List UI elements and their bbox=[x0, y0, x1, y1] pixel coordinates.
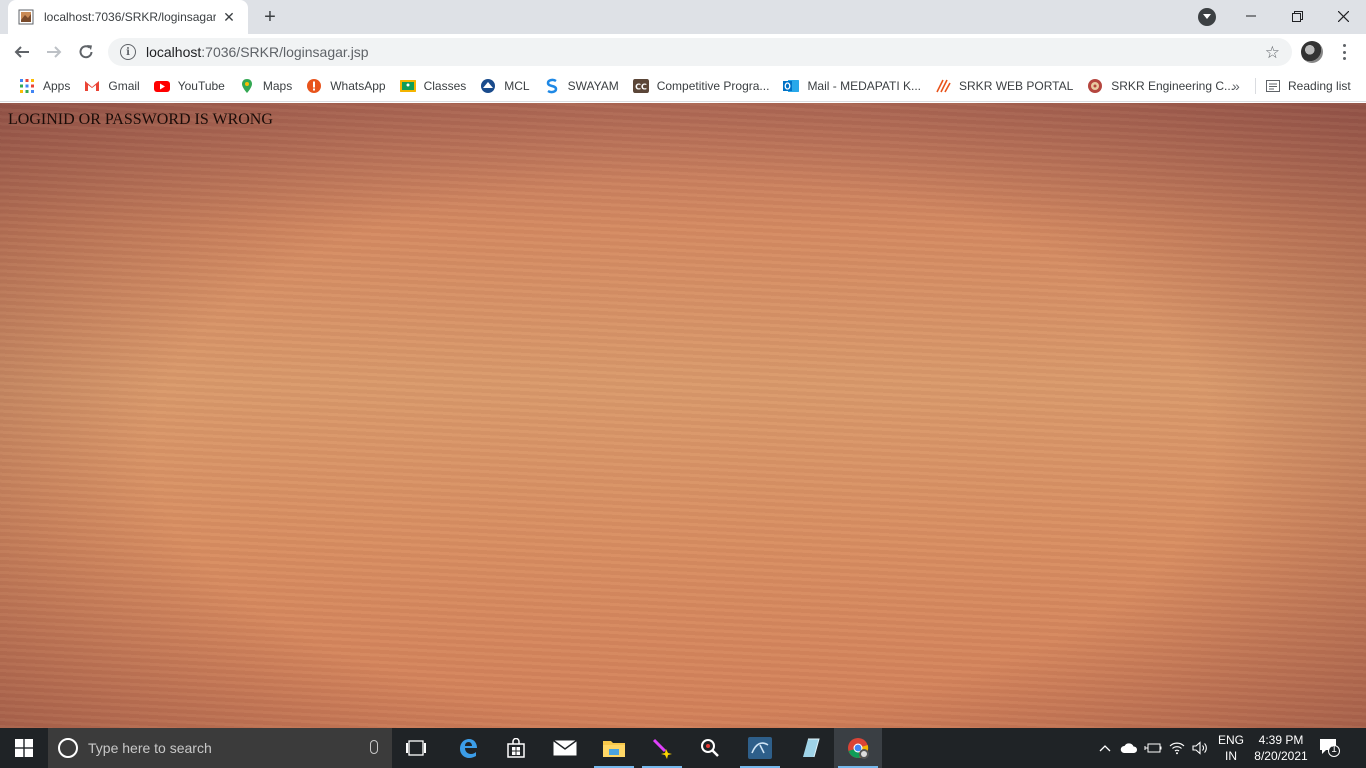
microphone-icon[interactable] bbox=[370, 740, 378, 754]
bookmark-mail[interactable]: Mail - MEDAPATI K... bbox=[776, 72, 928, 100]
bookmark-star-icon[interactable]: ☆ bbox=[1265, 43, 1280, 63]
forward-arrow-icon[interactable] bbox=[40, 38, 68, 66]
tab-search-icon[interactable] bbox=[1198, 8, 1216, 26]
store-icon[interactable] bbox=[492, 728, 540, 768]
bookmark-label: MCL bbox=[504, 78, 530, 93]
browser-tab[interactable]: localhost:7036/SRKR/loginsagar.j ✕ bbox=[8, 0, 248, 34]
windows-taskbar: Type here to search ENG IN 4:39 PM 8/20/… bbox=[0, 728, 1366, 768]
taskbar-clock[interactable]: 4:39 PM 8/20/2021 bbox=[1252, 732, 1310, 764]
classroom-icon bbox=[399, 79, 416, 92]
address-bar[interactable]: i localhost:7036/SRKR/loginsagar.jsp ☆ bbox=[108, 38, 1292, 66]
bookmark-label: YouTube bbox=[177, 78, 225, 93]
bookmarks-overflow-button[interactable]: » bbox=[1232, 72, 1240, 100]
svg-text:CC: CC bbox=[635, 82, 647, 91]
reading-list-label: Reading list bbox=[1288, 79, 1351, 93]
region-code: IN bbox=[1225, 749, 1237, 763]
edge-icon[interactable] bbox=[444, 728, 492, 768]
input-language-indicator[interactable]: ENG IN bbox=[1216, 732, 1246, 764]
bookmark-label: Maps bbox=[262, 78, 293, 93]
wand-app-icon[interactable] bbox=[638, 728, 686, 768]
browser-menu-icon[interactable] bbox=[1336, 42, 1352, 62]
login-error-message: LOGINID OR PASSWORD IS WRONG bbox=[8, 111, 273, 128]
bookmark-youtube[interactable]: YouTube bbox=[147, 72, 232, 100]
outlook-icon bbox=[783, 79, 800, 92]
reload-icon[interactable] bbox=[72, 38, 100, 66]
bookmark-whatsapp[interactable]: WhatsApp bbox=[299, 72, 392, 100]
battery-icon[interactable] bbox=[1142, 728, 1164, 768]
wifi-icon[interactable] bbox=[1166, 728, 1188, 768]
mysql-workbench-icon[interactable] bbox=[736, 728, 784, 768]
bookmark-gmail[interactable]: Gmail bbox=[77, 72, 146, 100]
bookmark-apps[interactable]: Apps bbox=[12, 72, 77, 100]
show-hidden-icons-icon[interactable] bbox=[1096, 728, 1114, 768]
file-explorer-icon[interactable] bbox=[590, 728, 638, 768]
bookmark-srkr-web-portal[interactable]: SRKR WEB PORTAL bbox=[928, 72, 1080, 100]
bookmark-label: Apps bbox=[43, 78, 71, 93]
clock-time: 4:39 PM bbox=[1258, 733, 1304, 747]
page-background: LOGINID OR PASSWORD IS WRONG bbox=[0, 103, 1366, 728]
notepad-app-icon[interactable] bbox=[786, 728, 834, 768]
language-code: ENG bbox=[1217, 733, 1244, 747]
tab-close-icon[interactable]: ✕ bbox=[220, 8, 238, 26]
bookmark-competitive-programming[interactable]: CC Competitive Progra... bbox=[626, 72, 777, 100]
restore-icon[interactable] bbox=[1274, 0, 1320, 32]
address-url[interactable]: localhost:7036/SRKR/loginsagar.jsp bbox=[146, 44, 369, 60]
bookmark-label: SRKR WEB PORTAL bbox=[959, 78, 1074, 93]
bookmark-label: Classes bbox=[423, 78, 467, 93]
back-arrow-icon[interactable] bbox=[8, 38, 36, 66]
taskbar-search-box[interactable]: Type here to search bbox=[48, 728, 392, 768]
bookmark-mcl[interactable]: MCL bbox=[473, 72, 536, 100]
tab-title: localhost:7036/SRKR/loginsagar.j bbox=[44, 10, 216, 24]
youtube-icon bbox=[153, 80, 170, 92]
address-path: :7036/SRKR/loginsagar.jsp bbox=[201, 44, 369, 60]
bookmark-label: Mail - MEDAPATI K... bbox=[807, 78, 922, 93]
cortana-icon bbox=[58, 738, 78, 758]
new-tab-icon[interactable]: + bbox=[258, 6, 282, 28]
swayam-icon bbox=[546, 78, 557, 93]
taskbar-search-placeholder: Type here to search bbox=[88, 740, 212, 756]
bookmarks-divider bbox=[1255, 78, 1256, 94]
reading-list-button[interactable]: Reading list bbox=[1266, 72, 1351, 100]
windows-logo-icon bbox=[15, 739, 33, 757]
gmail-icon bbox=[85, 80, 100, 91]
chrome-icon[interactable] bbox=[834, 728, 882, 768]
reading-list-icon bbox=[1266, 80, 1280, 92]
bookmark-maps[interactable]: Maps bbox=[232, 72, 299, 100]
tab-strip: localhost:7036/SRKR/loginsagar.j ✕ + bbox=[0, 0, 1366, 34]
notification-count: 1 bbox=[1331, 744, 1337, 755]
srkr-portal-icon bbox=[936, 79, 951, 92]
bookmark-label: Competitive Progra... bbox=[656, 78, 770, 93]
bookmark-srkr-engineering[interactable]: SRKR Engineering C... bbox=[1080, 72, 1241, 100]
site-info-icon[interactable]: i bbox=[120, 44, 136, 60]
bookmark-label: SRKR Engineering C... bbox=[1111, 78, 1234, 93]
clock-date: 8/20/2021 bbox=[1254, 749, 1308, 763]
codechef-icon: CC bbox=[632, 78, 649, 93]
bookmark-label: WhatsApp bbox=[330, 78, 386, 93]
start-button[interactable] bbox=[0, 728, 48, 768]
task-view-icon[interactable] bbox=[392, 728, 440, 768]
browser-toolbar: i localhost:7036/SRKR/loginsagar.jsp ☆ bbox=[0, 34, 1366, 70]
onedrive-icon[interactable] bbox=[1118, 728, 1140, 768]
apps-grid-icon bbox=[20, 78, 34, 93]
srkr-college-icon bbox=[1088, 78, 1103, 93]
bookmark-label: Gmail bbox=[108, 78, 140, 93]
bookmarks-bar: Apps Gmail YouTube Maps WhatsApp Classes bbox=[0, 70, 1366, 102]
profile-avatar[interactable] bbox=[1301, 41, 1323, 63]
bookmark-swayam[interactable]: SWAYAM bbox=[537, 72, 626, 100]
mail-icon[interactable] bbox=[541, 728, 589, 768]
action-center-icon[interactable]: 1 bbox=[1318, 736, 1340, 758]
volume-icon[interactable] bbox=[1190, 728, 1212, 768]
maps-pin-icon bbox=[241, 78, 252, 93]
page-favicon-icon bbox=[18, 9, 34, 25]
bookmark-classes[interactable]: Classes bbox=[393, 72, 474, 100]
mcl-icon bbox=[481, 78, 496, 93]
address-host: localhost bbox=[146, 44, 202, 60]
close-window-icon[interactable] bbox=[1320, 0, 1366, 32]
bookmark-label: SWAYAM bbox=[567, 78, 619, 93]
minimize-icon[interactable] bbox=[1228, 0, 1274, 32]
whatsapp-icon bbox=[307, 78, 322, 93]
magnifier-app-icon[interactable] bbox=[686, 728, 734, 768]
